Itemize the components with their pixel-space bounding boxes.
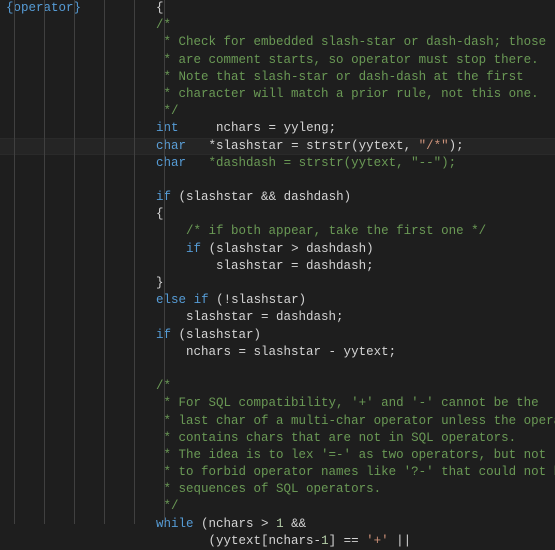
code-editor[interactable]: {operator} { /* * Check for embedded sla…	[0, 0, 555, 524]
code-token: * contains chars that are not in SQL ope…	[156, 431, 516, 445]
code-line[interactable]: if (slashstar > dashdash)	[6, 241, 555, 258]
code-token	[186, 293, 194, 307]
code-token: (!slashstar)	[209, 293, 307, 307]
code-line[interactable]: else if (!slashstar)	[6, 292, 555, 309]
code-token: {	[156, 207, 164, 221]
code-token: * sequences of SQL operators.	[156, 482, 381, 496]
code-line[interactable]: * contains chars that are not in SQL ope…	[6, 430, 555, 447]
code-token: */	[156, 104, 179, 118]
code-token: /*	[156, 18, 171, 32]
code-line[interactable]: if (slashstar)	[6, 327, 555, 344]
code-line[interactable]: int nchars = yyleng;	[6, 120, 555, 137]
code-line[interactable]: * last char of a multi-char operator unl…	[6, 413, 555, 430]
code-token: slashstar = dashdash;	[156, 310, 344, 324]
code-token: slashstar = dashdash;	[156, 259, 374, 273]
code-token: * Note that slash-star or dash-dash at t…	[156, 70, 524, 84]
code-line[interactable]: * sequences of SQL operators.	[6, 481, 555, 498]
code-line[interactable]: while (nchars > 1 &&	[6, 516, 555, 533]
code-line[interactable]: /*	[6, 17, 555, 34]
code-token: if	[156, 190, 171, 204]
code-line[interactable]: char *dashdash = strstr(yytext, "--");	[6, 155, 555, 172]
code-token: ||	[389, 534, 412, 548]
code-token: * to forbid operator names like '?-' tha…	[156, 465, 555, 479]
code-token: 1	[321, 534, 329, 548]
current-line-highlight	[0, 138, 555, 155]
code-line[interactable]: * Note that slash-star or dash-dash at t…	[6, 69, 555, 86]
code-token: */	[156, 499, 179, 513]
code-token: '+'	[366, 534, 389, 548]
code-token: (slashstar && dashdash)	[171, 190, 351, 204]
code-token: else	[156, 293, 186, 307]
code-line[interactable]: * For SQL compatibility, '+' and '-' can…	[6, 395, 555, 412]
code-line[interactable]	[6, 361, 555, 378]
code-line[interactable]: /*	[6, 378, 555, 395]
code-line[interactable]: {	[6, 206, 555, 223]
code-token: (slashstar)	[171, 328, 261, 342]
code-container: {operator} { /* * Check for embedded sla…	[6, 0, 555, 550]
code-line[interactable]: */	[6, 498, 555, 515]
code-line[interactable]: */	[6, 103, 555, 120]
code-token: * character will match a prior rule, not…	[156, 87, 539, 101]
code-line[interactable]: * character will match a prior rule, not…	[6, 86, 555, 103]
code-token: *dashdash = strstr(yytext, "--");	[186, 156, 456, 170]
code-line[interactable]: }	[6, 275, 555, 292]
code-token: (yytext[nchars-	[156, 534, 321, 548]
code-token: nchars = slashstar - yytext;	[156, 345, 396, 359]
code-line[interactable]: * are comment starts, so operator must s…	[6, 52, 555, 69]
code-token: * The idea is to lex '=-' as two operato…	[156, 448, 546, 462]
code-token: if	[156, 328, 171, 342]
code-line[interactable]: nchars = slashstar - yytext;	[6, 344, 555, 361]
code-token: ] ==	[329, 534, 367, 548]
code-token: }	[156, 276, 164, 290]
code-line[interactable]: slashstar = dashdash;	[6, 309, 555, 326]
code-token: * are comment starts, so operator must s…	[156, 53, 539, 67]
code-token: nchars = yyleng;	[179, 121, 337, 135]
code-token: * last char of a multi-char operator unl…	[156, 414, 555, 428]
code-line[interactable]: (yytext[nchars-1] == '+' ||	[6, 533, 555, 550]
code-token: /* if both appear, take the first one */	[186, 224, 486, 238]
code-line[interactable]: if (slashstar && dashdash)	[6, 189, 555, 206]
code-token: if	[186, 242, 201, 256]
code-token: char	[156, 156, 186, 170]
code-line[interactable]: * The idea is to lex '=-' as two operato…	[6, 447, 555, 464]
code-line[interactable]: {operator} {	[6, 0, 555, 17]
code-token: * For SQL compatibility, '+' and '-' can…	[156, 396, 539, 410]
code-token: {operator}	[6, 1, 81, 15]
code-line[interactable]: /* if both appear, take the first one */	[6, 223, 555, 240]
code-line[interactable]: * Check for embedded slash-star or dash-…	[6, 34, 555, 51]
code-token: if	[194, 293, 209, 307]
code-token: {	[81, 1, 164, 15]
code-token	[156, 242, 186, 256]
code-token	[156, 224, 186, 238]
code-token: (slashstar > dashdash)	[201, 242, 374, 256]
code-line[interactable]: slashstar = dashdash;	[6, 258, 555, 275]
code-line[interactable]: * to forbid operator names like '?-' tha…	[6, 464, 555, 481]
code-token: /*	[156, 379, 171, 393]
code-token: * Check for embedded slash-star or dash-…	[156, 35, 546, 49]
code-line[interactable]	[6, 172, 555, 189]
code-token: int	[156, 121, 179, 135]
